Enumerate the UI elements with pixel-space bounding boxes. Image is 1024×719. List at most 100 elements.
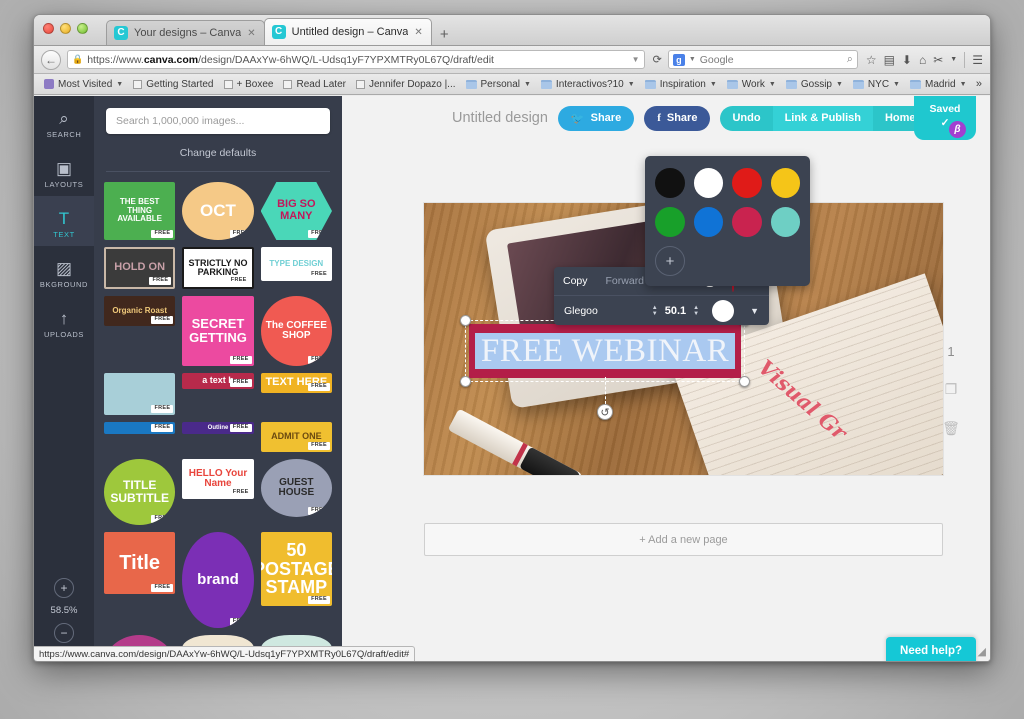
undo-button[interactable]: Undo	[720, 105, 773, 131]
chevron-down-icon[interactable]: ▼	[116, 81, 123, 88]
rail-item-uploads[interactable]: ↑ UPLOADS	[34, 296, 94, 346]
rotate-control[interactable]: ↺	[597, 377, 613, 420]
chevron-down-icon[interactable]: ▼	[893, 81, 900, 88]
bookmark-item-1[interactable]: Getting Started	[129, 78, 217, 91]
template-card-admit-one[interactable]: ADMIT ONE FREE	[260, 422, 332, 452]
bookmark-item-3[interactable]: Read Later	[279, 78, 349, 91]
rail-item-text[interactable]: T TEXT	[34, 196, 94, 246]
template-card-brand-badge[interactable]: brand FREE	[182, 532, 254, 628]
back-button[interactable]: ←	[41, 49, 61, 70]
bookmark-item-6[interactable]: Interactivos?10 ▼	[537, 78, 639, 91]
color-swatch-0[interactable]	[655, 168, 685, 198]
browser-tabs[interactable]: C Your designs – Canva ✕ C Untitled design –…	[106, 15, 432, 45]
template-grid[interactable]: THE BEST THING AVAILABLE FREE OCT FREE BIG S…	[104, 182, 332, 661]
chevron-down-icon[interactable]: ▼	[769, 81, 776, 88]
template-card-oct-circle[interactable]: OCT FREE	[182, 182, 254, 240]
chevron-down-icon[interactable]: ▼	[710, 81, 717, 88]
resize-handle-bottom-right[interactable]	[739, 376, 750, 387]
downloads-icon[interactable]: ⬇	[902, 53, 912, 67]
link-publish-button[interactable]: Link & Publish	[772, 105, 873, 131]
zoom-in-button[interactable]: +	[54, 578, 74, 598]
add-new-page-button[interactable]: + Add a new page	[424, 523, 943, 556]
template-card-outline-purple[interactable]: Outline FREE	[182, 422, 254, 434]
address-bar[interactable]: 🔒 https://www.canva.com/design/DAAxYw-6h…	[67, 50, 645, 69]
rail-item-search[interactable]: ⌕ SEARCH	[34, 96, 94, 146]
stepper-down-icon[interactable]: ▼	[652, 311, 658, 317]
facebook-share-button[interactable]: f Share	[644, 105, 711, 131]
color-swatch-4[interactable]	[655, 207, 685, 237]
bookmark-item-7[interactable]: Inspiration ▼	[641, 78, 721, 91]
bookmark-item-2[interactable]: + Boxee	[220, 78, 278, 91]
chevron-down-icon[interactable]: ▼	[524, 81, 531, 88]
search-input[interactable]: Search 1,000,000 images...	[106, 108, 330, 134]
chevron-down-icon[interactable]: ▼	[950, 56, 957, 63]
color-picker-popup[interactable]: +	[645, 156, 810, 286]
browser-tab-1[interactable]: C Untitled design – Canva ✕	[263, 18, 432, 45]
color-swatch-3[interactable]	[770, 168, 800, 198]
action-button-group[interactable]: Undo Link & Publish Home	[720, 105, 928, 131]
bookmarks-bar[interactable]: Most Visited ▼ Getting Started + Boxee Read …	[34, 74, 990, 95]
new-tab-button[interactable]: +	[431, 27, 458, 45]
template-card-the-coffee-shop[interactable]: The COFFEE SHOP FREE	[260, 296, 332, 366]
search-icon[interactable]: ⌕	[847, 53, 853, 66]
maximize-window-button[interactable]	[77, 23, 88, 34]
rail-item-layouts[interactable]: ▣ LAYOUTS	[34, 146, 94, 196]
bookmark-item-0[interactable]: Most Visited ▼	[40, 78, 127, 91]
template-card-title-subtitle[interactable]: TITLE SUBTITLE FREE	[104, 459, 176, 525]
rotate-icon[interactable]: ↺	[597, 404, 613, 420]
home-icon[interactable]: ⌂	[919, 53, 926, 67]
template-card-hello-your-name[interactable]: HELLO Your Name FREE	[182, 459, 254, 499]
template-card-type-design[interactable]: TYPE DESIGN FREE	[260, 247, 332, 281]
selected-text-element[interactable]: FREE WEBINAR ↺	[460, 315, 750, 420]
copy-button[interactable]: Copy	[554, 275, 597, 287]
text-color-swatch[interactable]	[712, 299, 735, 322]
template-card-the-best-thing-available[interactable]: THE BEST THING AVAILABLE FREE	[104, 182, 176, 240]
window-traffic-lights[interactable]	[43, 23, 88, 34]
tool-rail[interactable]: ⌕ SEARCH ▣ LAYOUTS T TEXT ▨ BKGROUND ↑ UPLOADS	[34, 96, 94, 661]
browser-toolbar-icons[interactable]: ☆ ▤ ⬇ ⌂ ✂ ▼ ☰	[864, 51, 983, 68]
reload-icon[interactable]: ⟳	[651, 53, 662, 66]
template-card-postage-stamp-50[interactable]: 50 POSTAGE STAMPFREE	[260, 532, 332, 606]
chevron-down-icon[interactable]: ▼	[836, 81, 843, 88]
browser-tab-0[interactable]: C Your designs – Canva ✕	[106, 20, 265, 45]
template-card-a-text-box[interactable]: a text b FREE	[182, 373, 254, 389]
chevron-down-icon[interactable]: ▼	[960, 81, 967, 88]
font-stepper[interactable]: ▲ ▼	[645, 305, 665, 317]
chevron-down-icon[interactable]: ▼	[740, 306, 769, 316]
resize-handle-top-left[interactable]	[460, 315, 471, 326]
plugin-icon[interactable]: ✂	[933, 53, 943, 67]
zoom-controls[interactable]: + 58.5% −	[34, 578, 94, 643]
page-controls[interactable]: 1 ❐ 🗑	[934, 344, 968, 437]
add-color-button[interactable]: +	[655, 246, 685, 276]
stepper-down-icon[interactable]: ▼	[693, 311, 699, 317]
close-icon[interactable]: ✕	[247, 28, 255, 39]
template-card-title-orange[interactable]: Title FREE	[104, 532, 176, 594]
chevron-down-icon[interactable]: ▼	[689, 56, 696, 63]
minimize-window-button[interactable]	[60, 23, 71, 34]
page-title[interactable]: Untitled design	[452, 110, 548, 126]
bookmark-item-8[interactable]: Work ▼	[723, 78, 780, 91]
font-size-stepper[interactable]: ▲ ▼	[686, 305, 706, 317]
rail-item-bkground[interactable]: ▨ BKGROUND	[34, 246, 94, 296]
chevron-down-icon[interactable]: ▼	[632, 55, 640, 64]
color-swatch-2[interactable]	[732, 168, 762, 198]
color-swatch-1[interactable]	[693, 168, 723, 198]
bookmark-item-10[interactable]: NYC ▼	[849, 78, 904, 91]
trash-icon[interactable]: 🗑	[942, 420, 960, 437]
copy-icon[interactable]: ❐	[945, 381, 958, 398]
template-card-the-secret-to-getting[interactable]: SECRET GETTING FREE	[182, 296, 254, 366]
need-help-button[interactable]: Need help?	[886, 637, 976, 661]
element-toolbar-row-font[interactable]: Glegoo ▲ ▼ 50.1 ▲ ▼ ▼	[554, 295, 769, 325]
reader-icon[interactable]: ▤	[884, 53, 895, 67]
bookmark-item-9[interactable]: Gossip ▼	[782, 78, 847, 91]
close-icon[interactable]: ✕	[414, 27, 422, 38]
template-card-text-here[interactable]: TEXT HERE FREE	[260, 373, 332, 393]
bookmark-item-11[interactable]: Madrid ▼	[906, 78, 971, 91]
swatch-row-1[interactable]	[655, 168, 800, 198]
change-defaults-link[interactable]: Change defaults	[94, 147, 342, 159]
zoom-out-button[interactable]: −	[54, 623, 74, 643]
color-swatch-6[interactable]	[732, 207, 762, 237]
font-size-input[interactable]: 50.1	[665, 305, 686, 317]
twitter-share-button[interactable]: 🐦 Share	[557, 105, 635, 131]
color-swatch-5[interactable]	[693, 207, 723, 237]
